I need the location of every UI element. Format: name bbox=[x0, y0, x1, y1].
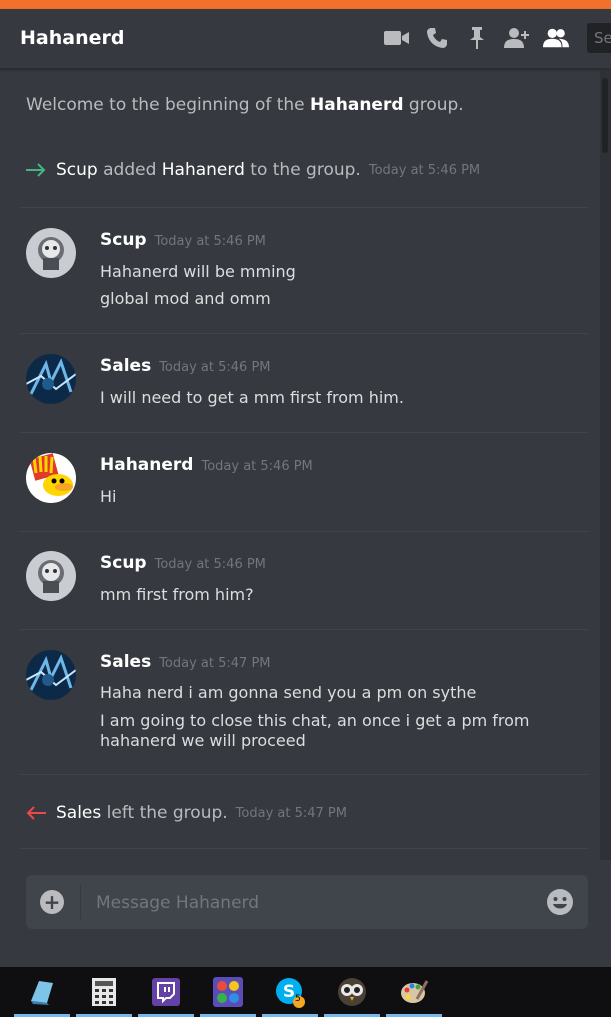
welcome-message: Welcome to the beginning of the Hahanerd… bbox=[26, 95, 464, 115]
message-list: Welcome to the beginning of the Hahanerd… bbox=[0, 70, 600, 860]
paint-icon[interactable] bbox=[384, 967, 444, 1017]
message-author[interactable]: Sales Today at 5:46 PM bbox=[100, 356, 271, 376]
notes-icon[interactable] bbox=[12, 967, 72, 1017]
message-author[interactable]: Scup Today at 5:46 PM bbox=[100, 230, 266, 250]
composer-area: + bbox=[0, 860, 611, 967]
scrollbar-thumb[interactable] bbox=[602, 78, 608, 153]
channel-header: Hahanerd Search bbox=[0, 9, 611, 69]
message-text: global mod and omm bbox=[100, 289, 271, 308]
owl-app-icon[interactable] bbox=[322, 967, 382, 1017]
timestamp: Today at 5:46 PM bbox=[159, 360, 271, 375]
message-composer: + bbox=[26, 875, 588, 931]
timestamp: Today at 5:46 PM bbox=[201, 459, 313, 474]
twitch-icon[interactable] bbox=[136, 967, 196, 1017]
system-actor[interactable]: Sales bbox=[56, 803, 101, 823]
message-author[interactable]: Hahanerd Today at 5:46 PM bbox=[100, 455, 313, 475]
message-divider bbox=[20, 432, 588, 433]
message-text: I will need to get a mm first from him. bbox=[100, 388, 404, 407]
timestamp: Today at 5:46 PM bbox=[368, 162, 481, 178]
message-divider bbox=[20, 207, 588, 208]
window-accent-bar bbox=[0, 0, 611, 9]
message-text: Haha nerd i am gonna send you a pm on sy… bbox=[100, 683, 477, 702]
search-input[interactable]: Search bbox=[587, 23, 611, 53]
timestamp: Today at 5:47 PM bbox=[235, 805, 347, 821]
avatar[interactable] bbox=[26, 453, 76, 503]
system-message-join: Scup added Hahanerd to the group. Today … bbox=[26, 158, 480, 182]
emoji-icon[interactable] bbox=[546, 888, 574, 916]
add-attachment-icon[interactable]: + bbox=[40, 890, 64, 914]
message-author[interactable]: Sales Today at 5:47 PM bbox=[100, 652, 271, 672]
leave-arrow-icon bbox=[26, 801, 48, 825]
timestamp: Today at 5:46 PM bbox=[154, 557, 266, 572]
os-taskbar: S 5 bbox=[0, 967, 611, 1017]
message-divider bbox=[20, 629, 588, 630]
message-divider bbox=[20, 774, 588, 775]
message-author[interactable]: Scup Today at 5:46 PM bbox=[100, 553, 266, 573]
svg-text:S: S bbox=[283, 982, 295, 1002]
message-text: mm first from him? bbox=[100, 585, 254, 604]
join-arrow-icon bbox=[26, 158, 48, 182]
system-message-leave: Sales left the group. Today at 5:47 PM bbox=[26, 801, 347, 825]
calculator-icon[interactable] bbox=[74, 967, 134, 1017]
skype-badge: 5 bbox=[295, 994, 301, 1004]
message-divider bbox=[20, 333, 588, 334]
message-text: Hi bbox=[100, 487, 117, 506]
dots-app-icon[interactable] bbox=[198, 967, 258, 1017]
scrollbar[interactable] bbox=[600, 70, 611, 860]
voice-call-icon[interactable] bbox=[424, 25, 450, 51]
timestamp: Today at 5:47 PM bbox=[159, 656, 271, 671]
video-call-icon[interactable] bbox=[384, 25, 410, 51]
add-member-icon[interactable] bbox=[504, 25, 530, 51]
avatar[interactable] bbox=[26, 228, 76, 278]
timestamp: Today at 5:46 PM bbox=[154, 234, 266, 249]
avatar[interactable] bbox=[26, 354, 76, 404]
pin-icon[interactable] bbox=[464, 25, 490, 51]
avatar[interactable] bbox=[26, 551, 76, 601]
skype-icon[interactable]: S 5 bbox=[260, 967, 320, 1017]
message-divider bbox=[20, 531, 588, 532]
message-input[interactable] bbox=[94, 875, 518, 931]
message-text: I am going to close this chat, an once i… bbox=[100, 711, 530, 750]
avatar[interactable] bbox=[26, 650, 76, 700]
message-divider bbox=[20, 848, 588, 849]
message-text: Hahanerd will be mming bbox=[100, 262, 296, 281]
system-target[interactable]: Hahanerd bbox=[162, 160, 245, 180]
channel-title: Hahanerd bbox=[20, 27, 125, 49]
system-actor[interactable]: Scup bbox=[56, 160, 98, 180]
composer-divider bbox=[80, 885, 81, 919]
members-icon[interactable] bbox=[543, 25, 569, 51]
